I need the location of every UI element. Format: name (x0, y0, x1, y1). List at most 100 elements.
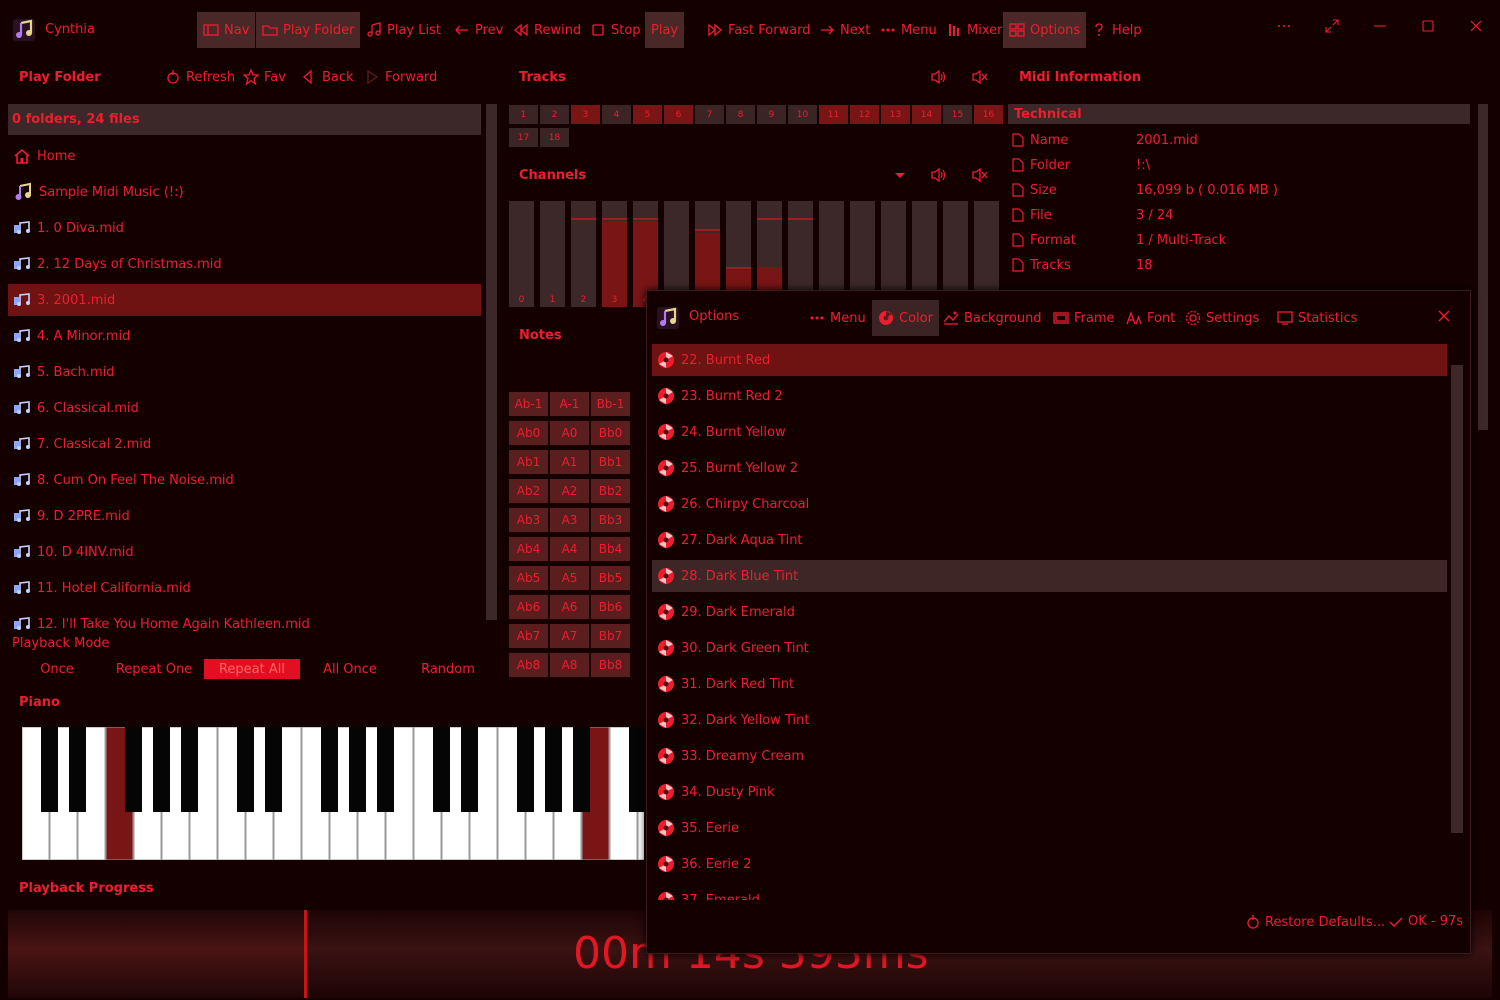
track-button[interactable]: 11 (819, 105, 848, 124)
color-scheme-item[interactable]: 22. Burnt Red (652, 344, 1447, 376)
note-cell[interactable]: A4 (550, 537, 589, 561)
color-scheme-item[interactable]: 24. Burnt Yellow (652, 416, 1447, 448)
note-cell[interactable]: Ab7 (509, 624, 548, 648)
piano-black-key[interactable] (517, 727, 534, 812)
options-tab-settings[interactable]: Settings (1179, 300, 1265, 336)
options-tab-font[interactable]: Font (1120, 300, 1181, 336)
piano-black-key[interactable] (545, 727, 562, 812)
note-cell[interactable]: Bb7 (591, 624, 630, 648)
piano-black-key[interactable] (377, 727, 394, 812)
note-cell[interactable]: Bb3 (591, 508, 630, 532)
file-item[interactable]: 10. D 4INV.mid (8, 536, 481, 568)
toolbar-stop-button[interactable]: Stop (584, 12, 647, 48)
color-scheme-item[interactable]: 27. Dark Aqua Tint (652, 524, 1447, 556)
window-minimize-icon[interactable] (1356, 18, 1404, 34)
channel-meter[interactable]: 1 (540, 201, 565, 307)
file-item[interactable]: 2. 12 Days of Christmas.mid (8, 248, 481, 280)
piano-black-key[interactable] (265, 727, 282, 812)
note-cell[interactable]: Bb2 (591, 479, 630, 503)
restore-defaults-button[interactable]: Restore Defaults... (1246, 914, 1385, 930)
track-button[interactable]: 17 (509, 128, 538, 147)
forward-button[interactable]: Forward (364, 69, 437, 85)
piano-keyboard[interactable] (22, 727, 644, 860)
window-maximize-icon[interactable] (1404, 18, 1452, 34)
channels-volume-icon[interactable] (930, 167, 948, 183)
toolbar-next-button[interactable]: Next (813, 12, 876, 48)
note-cell[interactable]: Bb4 (591, 537, 630, 561)
options-close-icon[interactable] (1437, 309, 1451, 323)
file-item[interactable]: 8. Cum On Feel The Noise.mid (8, 464, 481, 496)
file-item[interactable]: 6. Classical.mid (8, 392, 481, 424)
track-button[interactable]: 10 (788, 105, 817, 124)
mode-repeat-all[interactable]: Repeat All (204, 659, 300, 679)
mode-once[interactable]: Once (9, 659, 105, 679)
piano-black-key[interactable] (125, 727, 142, 812)
piano-black-key[interactable] (321, 727, 338, 812)
piano-black-key[interactable] (349, 727, 366, 812)
channel-meter[interactable]: 3 (602, 201, 627, 307)
piano-black-key[interactable] (629, 727, 644, 812)
home-item[interactable]: Home (8, 140, 481, 172)
track-button[interactable]: 18 (540, 128, 569, 147)
toolbar-options-button[interactable]: Options (1003, 12, 1087, 48)
note-cell[interactable]: Bb5 (591, 566, 630, 590)
piano-black-key[interactable] (237, 727, 254, 812)
note-cell[interactable]: A-1 (550, 392, 589, 416)
toolbar-rewind-button[interactable]: Rewind (507, 12, 587, 48)
options-tab-frame[interactable]: Frame (1047, 300, 1121, 336)
track-button[interactable]: 9 (757, 105, 786, 124)
note-cell[interactable]: Bb1 (591, 450, 630, 474)
color-scheme-item[interactable]: 35. Eerie (652, 812, 1447, 844)
color-scheme-item[interactable]: 28. Dark Blue Tint (652, 560, 1447, 592)
channels-mute-icon[interactable] (971, 167, 989, 183)
file-item[interactable]: 11. Hotel California.mid (8, 572, 481, 604)
refresh-button[interactable]: Refresh (165, 69, 235, 85)
note-cell[interactable]: Bb8 (591, 653, 630, 677)
channel-meter[interactable]: 2 (571, 201, 596, 307)
note-cell[interactable]: Ab6 (509, 595, 548, 619)
note-cell[interactable]: A0 (550, 421, 589, 445)
options-tab-statistics[interactable]: Statistics (1271, 300, 1363, 336)
note-cell[interactable]: A8 (550, 653, 589, 677)
file-list-scrollbar[interactable] (486, 104, 497, 620)
color-scheme-item[interactable]: 33. Dreamy Cream (652, 740, 1447, 772)
note-cell[interactable]: A2 (550, 479, 589, 503)
toolbar-help-button[interactable]: Help (1085, 12, 1148, 48)
track-button[interactable]: 12 (850, 105, 879, 124)
channels-dropdown-icon[interactable] (894, 172, 906, 180)
note-cell[interactable]: Bb-1 (591, 392, 630, 416)
options-tab-color[interactable]: Color (872, 300, 939, 336)
toolbar-play-list-button[interactable]: Play List (360, 12, 447, 48)
color-scheme-item[interactable]: 30. Dark Green Tint (652, 632, 1447, 664)
note-cell[interactable]: A3 (550, 508, 589, 532)
toolbar-play-button[interactable]: Play (645, 12, 685, 48)
note-cell[interactable]: Ab8 (509, 653, 548, 677)
track-button[interactable]: 3 (571, 105, 600, 124)
toolbar-mixer-button[interactable]: Mixer (940, 12, 1008, 48)
color-scheme-item[interactable]: 34. Dusty Pink (652, 776, 1447, 808)
toolbar-play-folder-button[interactable]: Play Folder (256, 12, 361, 48)
track-button[interactable]: 14 (912, 105, 941, 124)
toolbar-prev-button[interactable]: Prev (448, 12, 509, 48)
mode-repeat-one[interactable]: Repeat One (106, 659, 202, 679)
progress-marker[interactable] (303, 910, 307, 998)
track-button[interactable]: 15 (943, 105, 972, 124)
window-close-icon[interactable] (1452, 18, 1500, 34)
folder-item[interactable]: Sample Midi Music (!:) (8, 176, 481, 208)
color-scheme-item[interactable]: 36. Eerie 2 (652, 848, 1447, 880)
piano-black-key[interactable] (69, 727, 86, 812)
file-item[interactable]: 3. 2001.mid (8, 284, 481, 316)
color-scheme-item[interactable]: 29. Dark Emerald (652, 596, 1447, 628)
piano-black-key[interactable] (573, 727, 590, 812)
back-button[interactable]: Back (301, 69, 354, 85)
color-scheme-item[interactable]: 31. Dark Red Tint (652, 668, 1447, 700)
note-cell[interactable]: Ab2 (509, 479, 548, 503)
piano-black-key[interactable] (461, 727, 478, 812)
note-cell[interactable]: A7 (550, 624, 589, 648)
toolbar-fast-forward-button[interactable]: Fast Forward (701, 12, 817, 48)
note-cell[interactable]: Ab5 (509, 566, 548, 590)
file-item[interactable]: 4. A Minor.mid (8, 320, 481, 352)
color-scheme-item[interactable]: 23. Burnt Red 2 (652, 380, 1447, 412)
color-scheme-item[interactable]: 32. Dark Yellow Tint (652, 704, 1447, 736)
track-button[interactable]: 13 (881, 105, 910, 124)
